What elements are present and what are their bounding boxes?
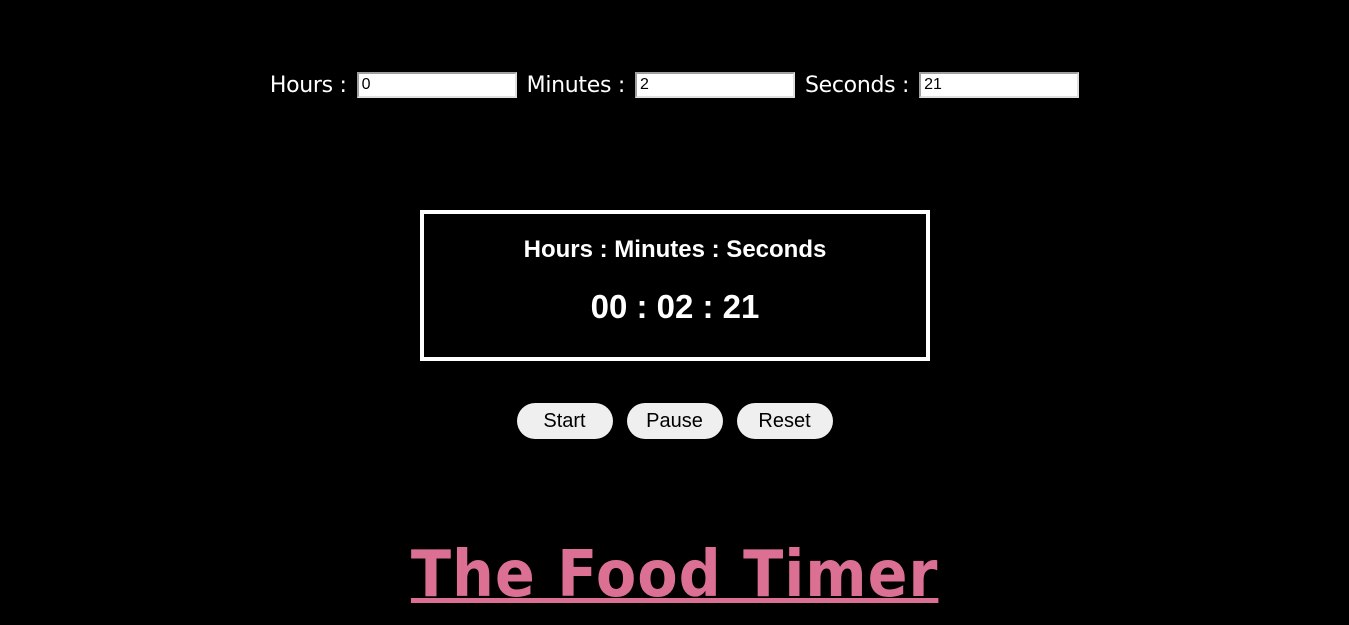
hours-label: Hours : <box>269 72 347 98</box>
time-inputs-row: Hours : Minutes : Seconds : <box>0 72 1349 98</box>
countdown-display: Hours : Minutes : Seconds 00 : 02 : 21 <box>420 210 930 361</box>
timer-page: Hours : Minutes : Seconds : Hours : Minu… <box>0 0 1349 625</box>
seconds-field-group: Seconds : <box>804 72 1080 98</box>
hours-field-group: Hours : <box>270 72 517 98</box>
seconds-label: Seconds : <box>804 72 910 98</box>
minutes-input[interactable] <box>634 72 795 98</box>
timer-controls: Start Pause Reset <box>0 403 1349 439</box>
countdown-time: 00 : 02 : 21 <box>590 288 760 325</box>
reset-button[interactable]: Reset <box>736 403 833 439</box>
brand-title: The Food Timer <box>410 538 939 612</box>
minutes-field-group: Minutes : <box>527 72 795 98</box>
hours-input[interactable] <box>356 72 517 98</box>
brand-footer: The Food Timer <box>0 536 1349 614</box>
start-button[interactable]: Start <box>516 403 613 439</box>
pause-button[interactable]: Pause <box>626 403 723 439</box>
minutes-label: Minutes : <box>526 72 626 98</box>
seconds-input[interactable] <box>919 72 1080 98</box>
countdown-heading: Hours : Minutes : Seconds <box>523 236 827 263</box>
